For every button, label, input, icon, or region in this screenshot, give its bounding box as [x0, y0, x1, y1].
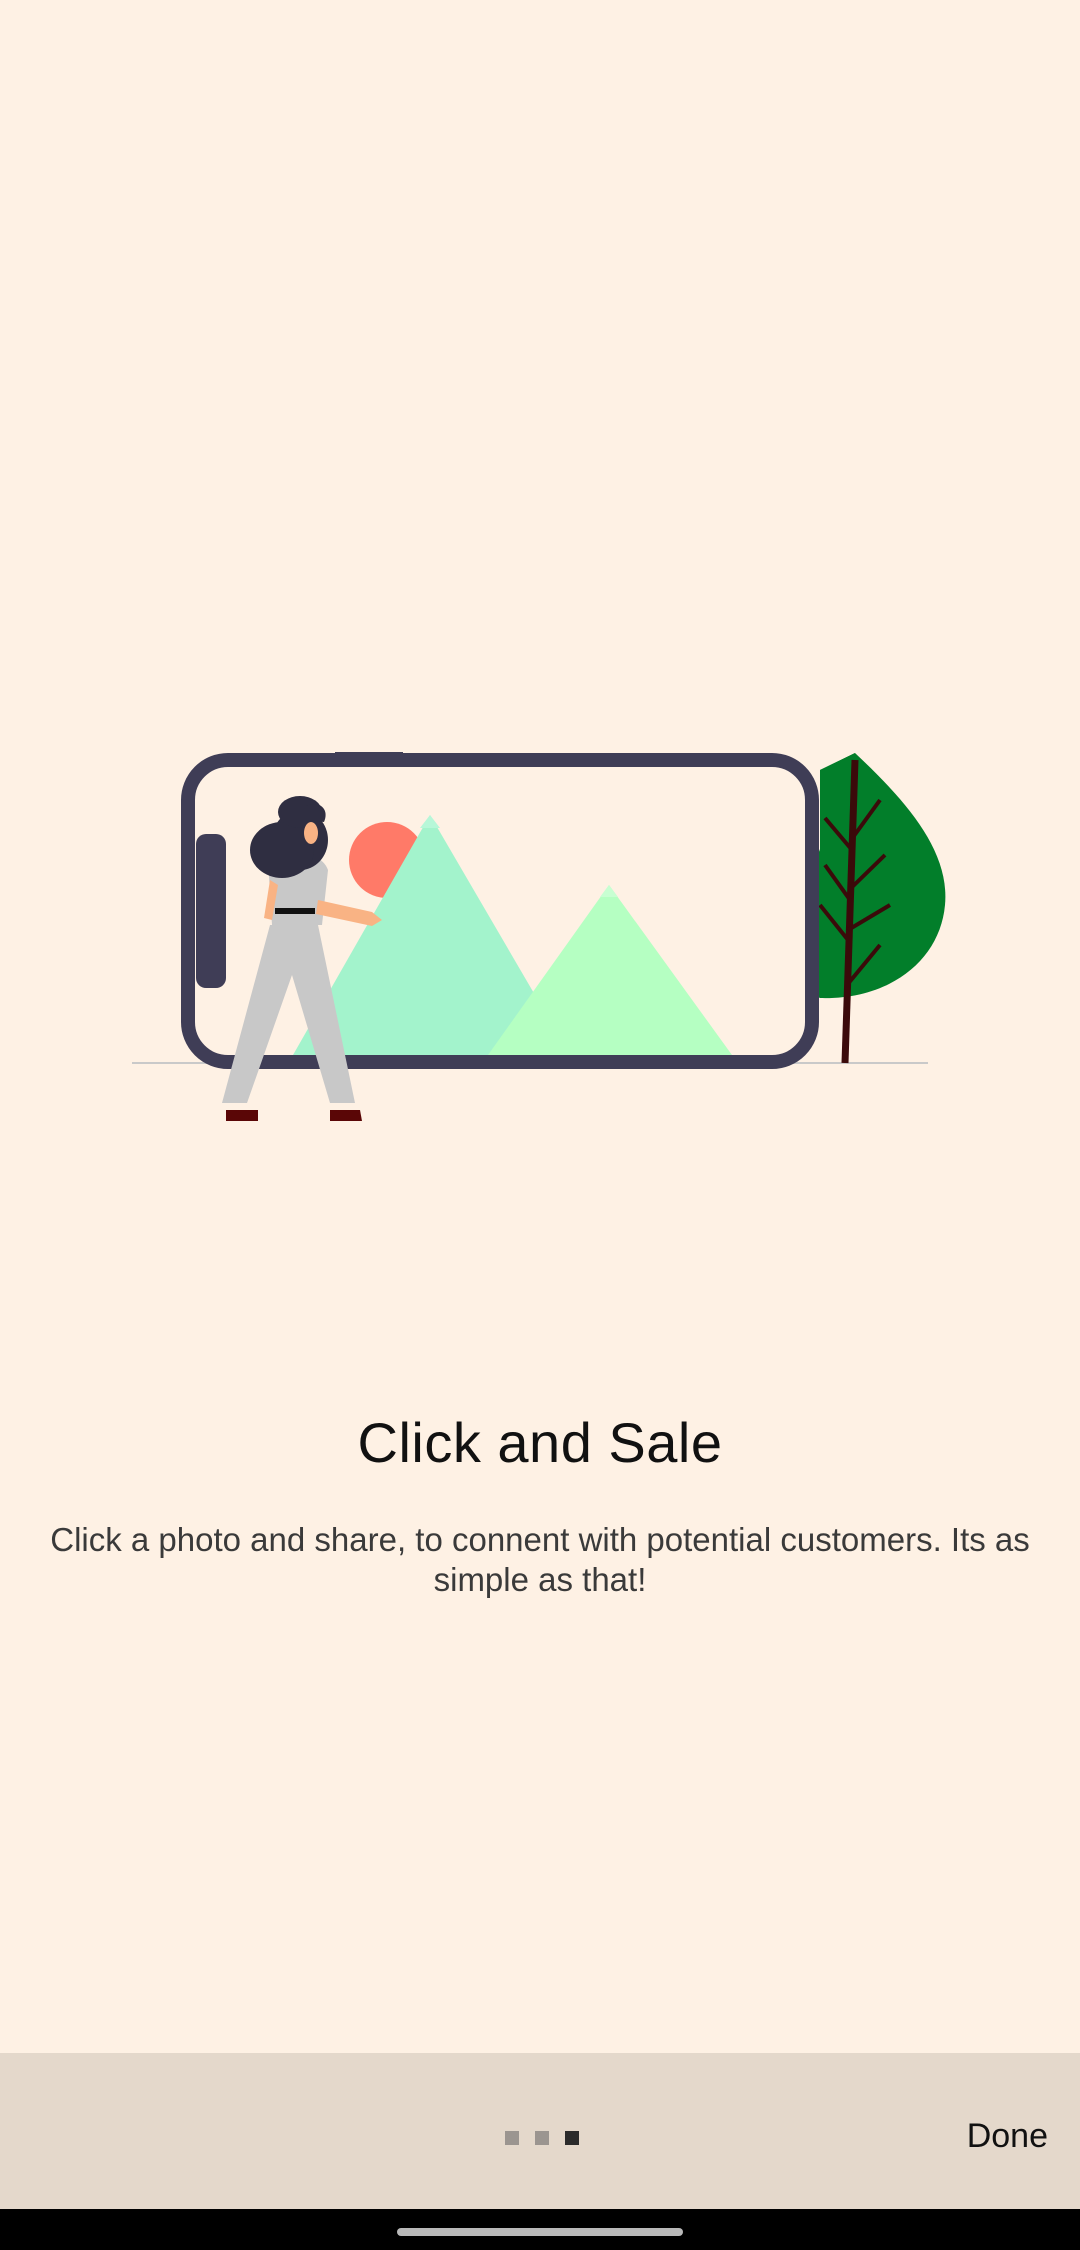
- page-dot-3-active: [565, 2131, 579, 2145]
- page-dot-1: [505, 2131, 519, 2145]
- home-gesture-handle[interactable]: [397, 2228, 683, 2236]
- page-dot-2: [535, 2131, 549, 2145]
- slide-title: Click and Sale: [357, 1411, 723, 1474]
- onboarding-screen: Click and Sale Click a photo and share, …: [0, 0, 1080, 2250]
- tree-icon: [814, 753, 946, 1064]
- woman-with-phone-photo-illustration: [132, 752, 946, 1121]
- page-indicator: [505, 2131, 579, 2145]
- system-navigation-bar: [0, 2209, 1080, 2250]
- onboarding-footer: Done: [0, 2053, 1080, 2209]
- done-button[interactable]: Done: [963, 2111, 1052, 2162]
- slide-description: Click a photo and share, to connent with…: [50, 1521, 1030, 1598]
